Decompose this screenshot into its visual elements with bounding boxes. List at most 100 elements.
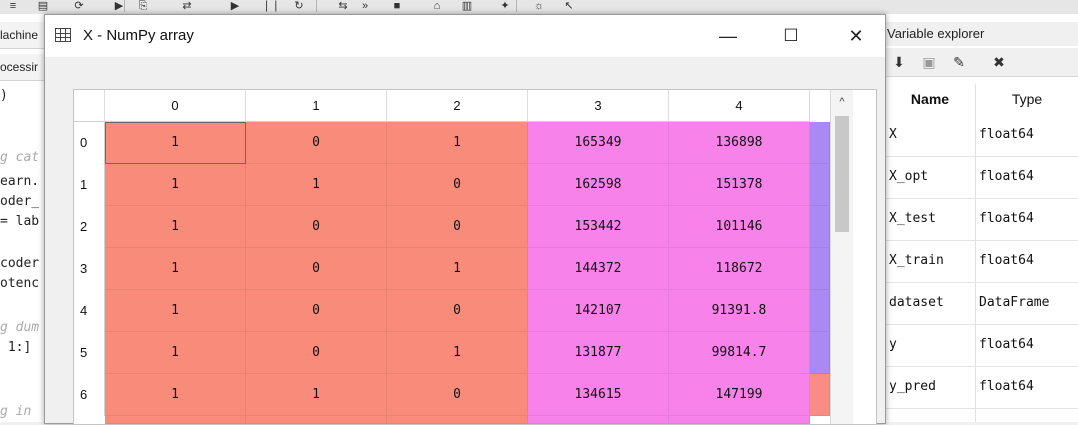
- home-icon[interactable]: ⌂: [428, 0, 446, 12]
- column-header-type[interactable]: Type: [975, 84, 1078, 114]
- column-header-name[interactable]: Name: [885, 84, 975, 114]
- array-cell[interactable]: 136898: [669, 122, 810, 164]
- array-cell[interactable]: 0: [246, 122, 387, 164]
- variable-row[interactable]: Xfloat64: [885, 114, 1078, 157]
- array-cell[interactable]: 151378: [669, 164, 810, 206]
- forward-icon[interactable]: »: [356, 0, 374, 12]
- scroll-up-arrow-icon[interactable]: ^: [831, 90, 853, 114]
- array-cell-partial[interactable]: [810, 122, 830, 164]
- remove-all-icon[interactable]: ✖: [989, 52, 1009, 72]
- array-cell-partial[interactable]: [810, 164, 830, 206]
- array-cell[interactable]: 0: [387, 164, 528, 206]
- copy-icon[interactable]: ⎘: [134, 0, 152, 12]
- menu-icon[interactable]: ≡: [4, 0, 22, 12]
- variable-row[interactable]: y float64: [885, 324, 1078, 367]
- swap-icon[interactable]: ⇄: [178, 0, 196, 12]
- sun-icon[interactable]: ☼: [530, 0, 548, 12]
- column-header-4[interactable]: 4: [669, 90, 810, 122]
- array-cell[interactable]: 1: [246, 164, 387, 206]
- close-button[interactable]: ✕: [833, 15, 879, 57]
- array-cell-partial[interactable]: [810, 374, 830, 416]
- array-cell-partial-row[interactable]: [387, 416, 528, 424]
- pause-icon[interactable]: ❘❘: [262, 0, 280, 12]
- minimize-button[interactable]: —: [705, 15, 751, 57]
- array-cell[interactable]: 1: [105, 206, 246, 248]
- variable-row[interactable]: X_train float64: [885, 240, 1078, 283]
- maximize-button[interactable]: ☐: [768, 15, 814, 57]
- array-cell[interactable]: 147199: [669, 374, 810, 416]
- layout-icon[interactable]: ▤: [34, 0, 52, 12]
- dialog-titlebar[interactable]: X - NumPy array — ☐ ✕: [45, 15, 885, 57]
- array-cell[interactable]: 0: [387, 374, 528, 416]
- variable-row[interactable]: y_pred float64: [885, 366, 1078, 409]
- array-cell[interactable]: 99814.7: [669, 332, 810, 374]
- save-data-icon[interactable]: ▣: [919, 52, 939, 72]
- array-cell-partial-row[interactable]: [246, 416, 387, 424]
- exchange-icon[interactable]: ⇆: [334, 0, 352, 12]
- star-icon[interactable]: ✦: [496, 0, 514, 12]
- array-cell[interactable]: 91391.8: [669, 290, 810, 332]
- array-cell[interactable]: 1: [105, 332, 246, 374]
- column-header-1[interactable]: 1: [246, 90, 387, 122]
- array-cell[interactable]: 1: [387, 248, 528, 290]
- array-cell[interactable]: 165349: [528, 122, 669, 164]
- variable-explorer-title: Variable explorer: [885, 22, 1078, 46]
- array-cell[interactable]: 1: [387, 332, 528, 374]
- array-cell-partial-row[interactable]: [528, 416, 669, 424]
- column-header-3[interactable]: 3: [528, 90, 669, 122]
- array-cell[interactable]: 101146: [669, 206, 810, 248]
- column-header-0[interactable]: 0: [105, 90, 246, 122]
- run-icon[interactable]: ▶: [110, 0, 128, 12]
- import-data-icon[interactable]: ⬇: [889, 52, 909, 72]
- array-cell[interactable]: 0: [387, 206, 528, 248]
- row-header-6[interactable]: 6: [74, 374, 105, 416]
- run-cell-icon[interactable]: ▶: [226, 0, 244, 12]
- row-header-2[interactable]: 2: [74, 206, 105, 248]
- array-cell[interactable]: 0: [246, 206, 387, 248]
- array-cell[interactable]: 0: [246, 248, 387, 290]
- scrollbar-thumb[interactable]: [835, 116, 849, 232]
- array-cell[interactable]: 1: [387, 122, 528, 164]
- row-header-3[interactable]: 3: [74, 248, 105, 290]
- row-header-0[interactable]: 0: [74, 122, 105, 164]
- variable-row[interactable]: X_test float64: [885, 198, 1078, 241]
- reload-icon[interactable]: ↻: [290, 0, 308, 12]
- variable-type: float64: [979, 127, 1034, 142]
- array-cell-partial[interactable]: [810, 248, 830, 290]
- array-cell[interactable]: 153442: [528, 206, 669, 248]
- grid-icon[interactable]: ▥: [458, 0, 476, 12]
- code-comment-line: g cat: [0, 150, 40, 165]
- edit-data-icon[interactable]: ✎: [949, 52, 969, 72]
- row-header-1[interactable]: 1: [74, 164, 105, 206]
- array-cell[interactable]: 162598: [528, 164, 669, 206]
- array-cell[interactable]: 0: [387, 290, 528, 332]
- array-cell-partial-row[interactable]: [669, 416, 810, 424]
- array-cell[interactable]: 1: [105, 164, 246, 206]
- array-cell[interactable]: 142107: [528, 290, 669, 332]
- column-header-2[interactable]: 2: [387, 90, 528, 122]
- array-cell[interactable]: 1: [246, 374, 387, 416]
- pointer-icon[interactable]: ↖: [560, 0, 578, 12]
- array-cell[interactable]: 1: [105, 290, 246, 332]
- array-cell[interactable]: 144372: [528, 248, 669, 290]
- array-cell-partial[interactable]: [810, 290, 830, 332]
- array-cell[interactable]: 0: [246, 332, 387, 374]
- variable-row[interactable]: X_opt float64: [885, 156, 1078, 199]
- array-cell[interactable]: 0: [246, 290, 387, 332]
- variable-row[interactable]: dataset DataFrame: [885, 282, 1078, 325]
- row-header-5[interactable]: 5: [74, 332, 105, 374]
- stop-icon[interactable]: ■: [388, 0, 406, 12]
- code-line: 1:]: [0, 340, 32, 355]
- refresh-icon[interactable]: ⟳: [70, 0, 88, 12]
- array-cell[interactable]: 1: [105, 374, 246, 416]
- row-header-4[interactable]: 4: [74, 290, 105, 332]
- array-cell[interactable]: 1: [105, 122, 246, 164]
- array-cell[interactable]: 134615: [528, 374, 669, 416]
- vertical-scrollbar[interactable]: ^: [830, 90, 853, 424]
- array-cell-partial-row[interactable]: [105, 416, 246, 424]
- array-cell-partial[interactable]: [810, 332, 830, 374]
- array-cell[interactable]: 131877: [528, 332, 669, 374]
- array-cell[interactable]: 1: [105, 248, 246, 290]
- array-cell-partial[interactable]: [810, 206, 830, 248]
- array-cell[interactable]: 118672: [669, 248, 810, 290]
